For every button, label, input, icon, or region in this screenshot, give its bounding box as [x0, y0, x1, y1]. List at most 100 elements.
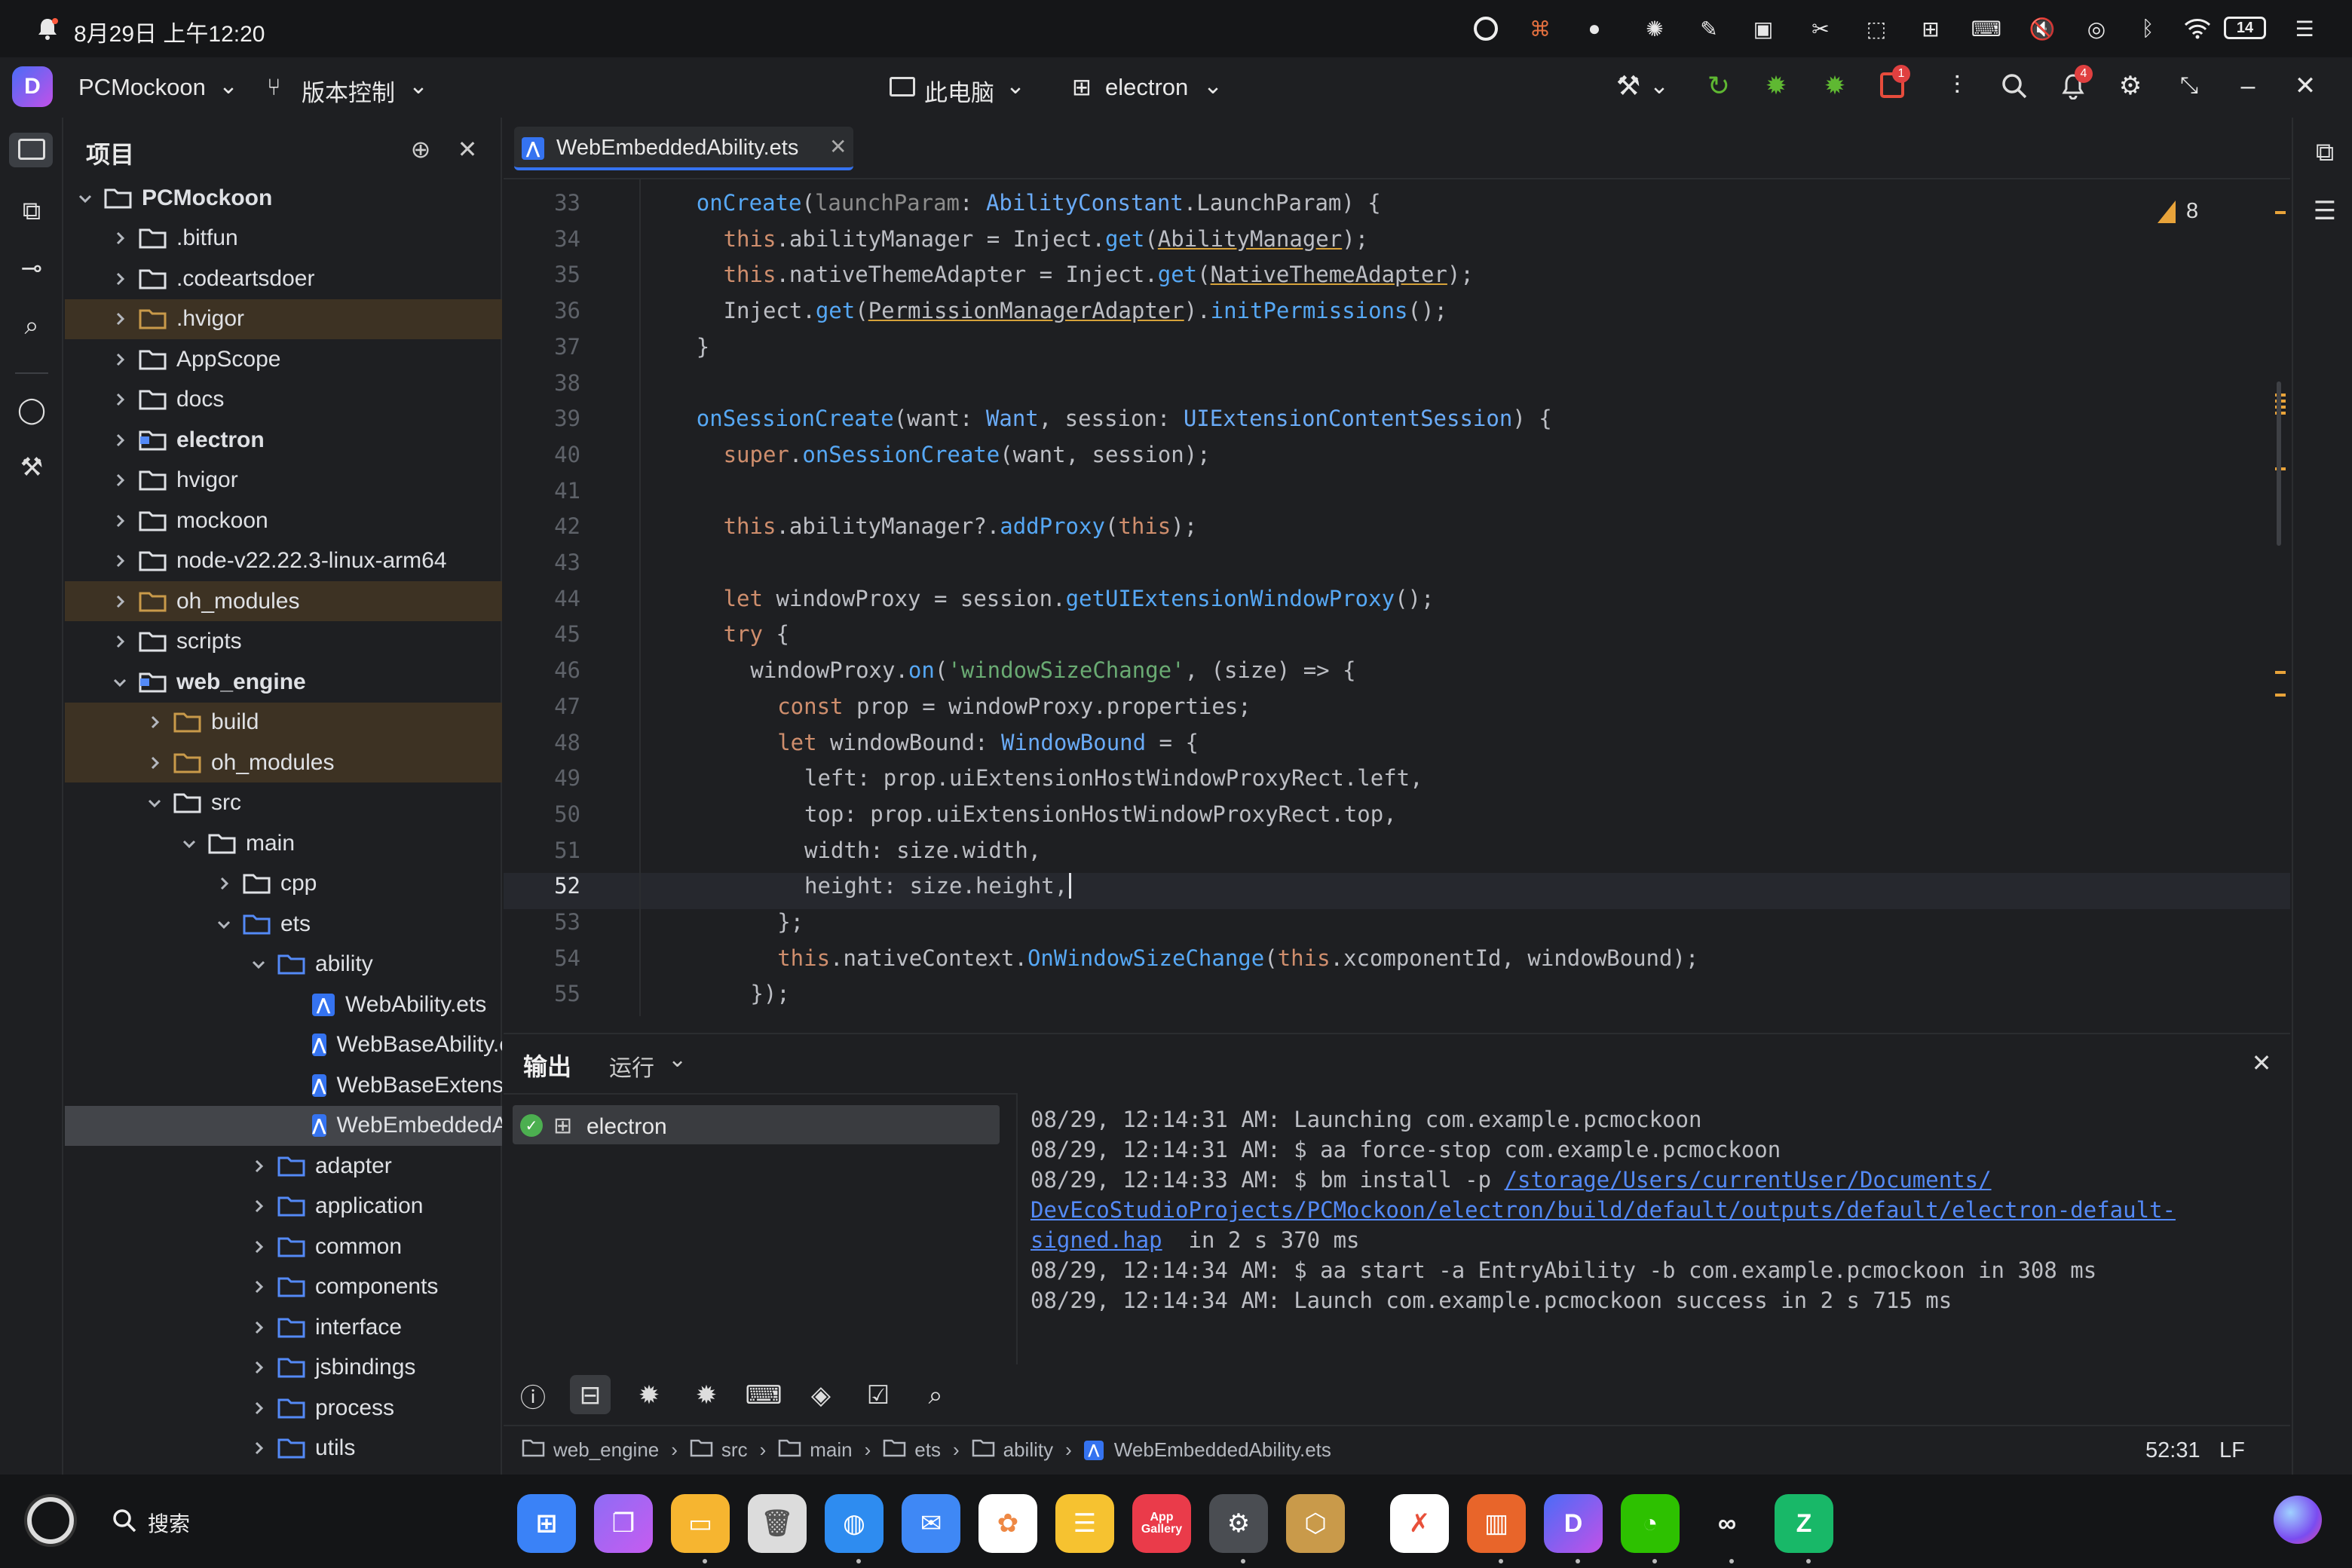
chevron-right-icon[interactable] [110, 551, 130, 571]
command-tray-icon[interactable]: ⌘ [1526, 15, 1554, 42]
chevron-down-icon[interactable] [249, 954, 268, 974]
chevron-down-icon[interactable] [110, 672, 130, 692]
close-output-icon[interactable]: ✕ [2246, 1048, 2277, 1078]
tree-item[interactable]: PCMockoon [65, 178, 502, 218]
breadcrumb-item[interactable]: ets [914, 1438, 941, 1462]
browser-icon[interactable]: ◍ [825, 1494, 884, 1553]
project-folder-icon[interactable] [18, 139, 45, 160]
tree-item[interactable]: scripts [65, 622, 502, 662]
line-ending[interactable]: LF [2219, 1438, 2245, 1463]
output-tool-icon[interactable]: ⊟ [573, 1378, 608, 1413]
recycle-bin-icon[interactable]: 🗑 [748, 1494, 807, 1553]
debug-tool-icon[interactable]: ✹ [632, 1378, 666, 1413]
collapse-arrows-icon[interactable]: ⤡ [2174, 71, 2204, 101]
keyboard-tray-icon[interactable]: ⌨ [1971, 15, 2001, 42]
run-tab[interactable]: 运行 [609, 1049, 654, 1083]
breadcrumb-item[interactable]: web_engine [553, 1438, 659, 1462]
code-line[interactable]: try { [724, 621, 789, 647]
code-line[interactable]: this.nativeThemeAdapter = Inject.get(Nat… [724, 262, 1474, 287]
code-line[interactable]: onSessionCreate(want: Want, session: UIE… [697, 406, 1552, 431]
notes-tray-icon[interactable]: ✎ [1695, 15, 1723, 42]
taskbar-search-icon[interactable] [112, 1508, 137, 1537]
tree-item[interactable]: web_engine [65, 662, 502, 702]
input-method-icon[interactable]: ⊞ [1916, 15, 1945, 42]
wechat-dock-icon[interactable]: ◔ [1621, 1494, 1680, 1553]
tree-item[interactable]: AppScope [65, 339, 502, 379]
code-line[interactable]: top: prop.uiExtensionHostWindowProxyRect… [804, 801, 1397, 827]
hide-panel-icon[interactable]: ✕ [452, 134, 482, 164]
device-chevron-down-icon[interactable]: ⌄ [1006, 72, 1025, 100]
log-path-link[interactable]: DevEcoStudioProjects/PCMockoon/electron/… [1031, 1197, 2176, 1223]
notifications-panel-icon[interactable]: ⧉ [2307, 134, 2343, 170]
project-chevron-down-icon[interactable]: ⌄ [219, 72, 238, 100]
code-line[interactable]: super.onSessionCreate(want, session); [724, 442, 1211, 467]
device-selector[interactable]: 此电脑 [924, 74, 994, 108]
mail-icon[interactable]: ✉ [902, 1494, 960, 1553]
files-icon[interactable]: ▭ [671, 1494, 730, 1553]
chevron-right-icon[interactable] [110, 228, 130, 248]
chevron-right-icon[interactable] [214, 874, 234, 893]
archive-app-icon[interactable]: ▥ [1467, 1494, 1526, 1553]
tree-item[interactable]: src [65, 783, 502, 823]
chevron-down-icon[interactable] [75, 188, 95, 208]
code-line[interactable]: } [697, 334, 709, 360]
taskbar-search-label[interactable]: 搜索 [148, 1508, 190, 1538]
close-window-icon[interactable]: ✕ [2290, 71, 2320, 101]
vcs-chevron-down-icon[interactable]: ⌄ [409, 72, 428, 100]
search-icon[interactable] [1999, 71, 2029, 101]
find-in-files-icon[interactable]: ⌕ [14, 308, 50, 344]
code-line[interactable]: width: size.width, [804, 838, 1041, 863]
security-app-icon[interactable]: ⬡ [1286, 1494, 1345, 1553]
tree-item[interactable]: ability [65, 945, 502, 985]
app-gallery-icon[interactable]: App Gallery [1132, 1494, 1191, 1553]
code-line[interactable]: const prop = windowProxy.properties; [777, 694, 1251, 719]
module-selector[interactable]: electron [1105, 74, 1188, 101]
chevron-right-icon[interactable] [145, 712, 164, 732]
tree-item[interactable]: application [65, 1187, 502, 1227]
settings-app-icon[interactable]: ⚙ [1209, 1494, 1268, 1553]
tree-item[interactable]: ⋀ WebEmbeddedAbility.ets [65, 1105, 502, 1146]
deveco-logo-icon[interactable]: D [12, 66, 53, 107]
chevron-right-icon[interactable] [110, 269, 130, 289]
tree-item[interactable]: cpp [65, 864, 502, 904]
chevron-right-icon[interactable] [249, 1277, 268, 1297]
assistant-tray-icon[interactable]: ✺ [1640, 15, 1669, 42]
breadcrumb-item[interactable]: main [810, 1438, 852, 1462]
code-line[interactable]: }; [777, 909, 804, 935]
tree-item[interactable]: hvigor [65, 461, 502, 501]
breadcrumb-item[interactable]: ability [1003, 1438, 1053, 1462]
warning-count[interactable]: 8 [2186, 199, 2198, 224]
caret-position[interactable]: 52:31 [2145, 1438, 2200, 1463]
todo-icon[interactable]: ☑ [861, 1378, 896, 1413]
screenshot-tray-icon[interactable]: ✂ [1806, 15, 1835, 42]
chevron-down-icon[interactable] [145, 793, 164, 813]
tree-item[interactable]: ⋀ WebBaseAbility.ets [65, 1025, 502, 1065]
tree-item[interactable]: ⋀ WebAbility.ets [65, 985, 502, 1024]
chevron-down-icon[interactable] [179, 834, 199, 853]
tree-item[interactable]: common [65, 1227, 502, 1266]
terminal-icon[interactable]: ⌨ [745, 1378, 782, 1413]
project-name[interactable]: PCMockoon [78, 74, 206, 101]
debug-icon[interactable]: ✹ [1761, 71, 1791, 101]
gallery-icon[interactable]: ✿ [978, 1494, 1037, 1553]
chevron-right-icon[interactable] [249, 1156, 268, 1176]
build-chevron-down-icon[interactable]: ⌄ [1649, 72, 1669, 100]
code-line[interactable]: this.nativeContext.OnWindowSizeChange(th… [777, 945, 1698, 971]
code-line[interactable]: let windowBound: WindowBound = { [777, 730, 1199, 755]
locate-target-icon[interactable]: ⊕ [406, 134, 436, 164]
chevron-right-icon[interactable] [110, 511, 130, 531]
code-line[interactable]: windowProxy.on('windowSizeChange', (size… [750, 657, 1355, 683]
log-path-link[interactable]: /storage/Users/currentUser/Documents/ [1505, 1167, 1992, 1193]
tree-item[interactable]: main [65, 823, 502, 863]
tree-item[interactable]: adapter [65, 1146, 502, 1186]
chevron-right-icon[interactable] [249, 1196, 268, 1216]
control-center-icon[interactable]: ☰ [2290, 15, 2319, 42]
tree-item[interactable]: build [65, 702, 502, 743]
codegenie-icon[interactable]: ◯ [14, 392, 50, 428]
build-tool-icon[interactable]: ⚒ [14, 449, 50, 485]
deveco-tray-icon[interactable] [1472, 15, 1500, 42]
device-manager-icon[interactable]: ☰ [2307, 193, 2343, 229]
editor-tab-active[interactable]: ⋀ WebEmbeddedAbility.ets ✕ [514, 127, 853, 170]
notification-bell-icon[interactable] [33, 15, 62, 42]
tree-item[interactable]: interface [65, 1307, 502, 1347]
